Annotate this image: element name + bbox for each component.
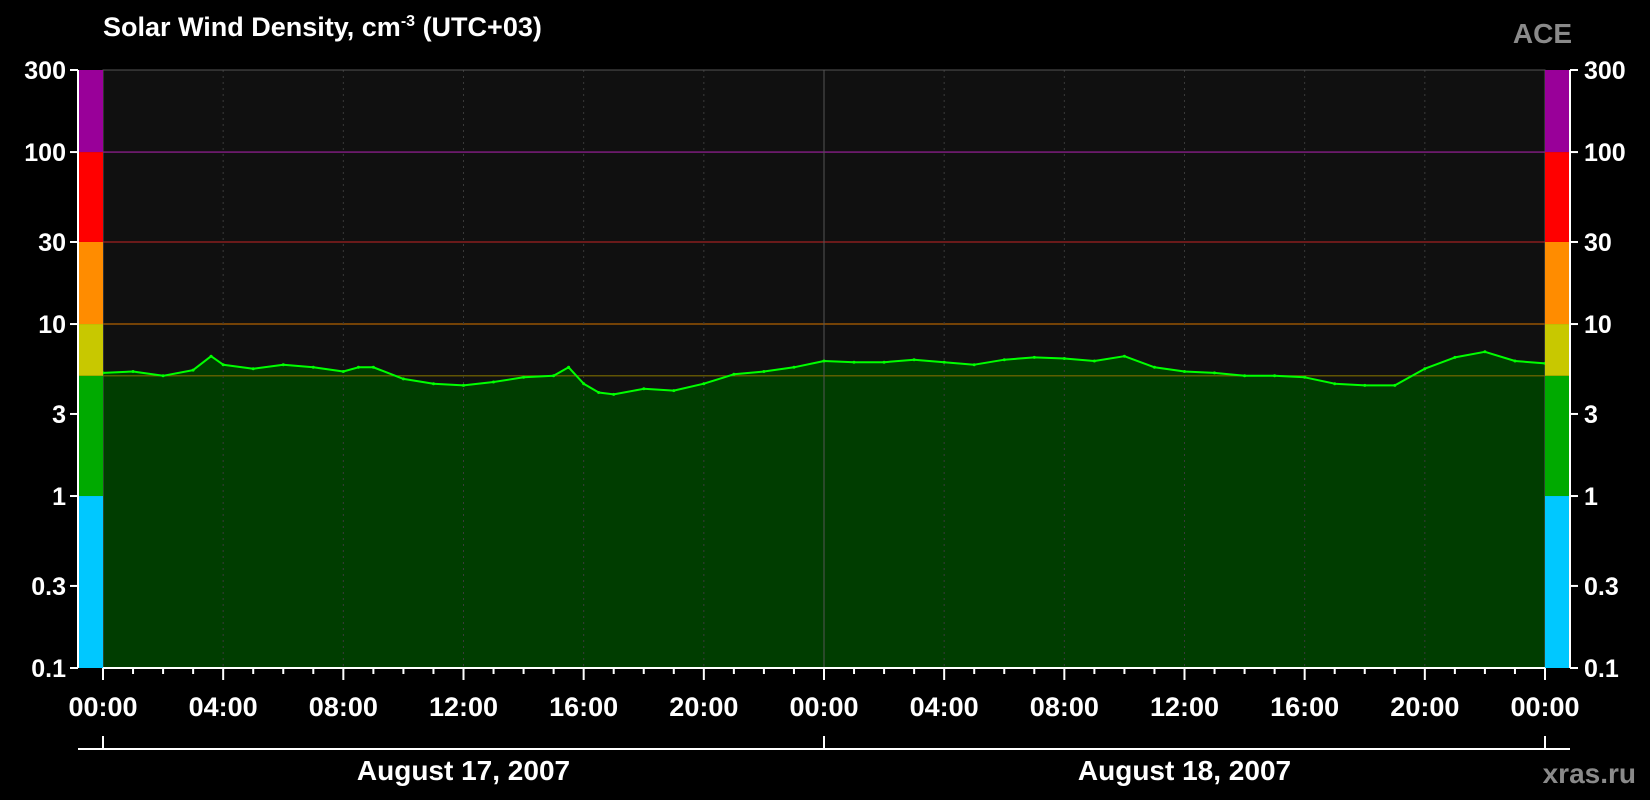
y-tick-label-right: 30 xyxy=(1584,229,1612,257)
x-tick-label: 16:00 xyxy=(1270,692,1339,722)
density-point xyxy=(912,358,916,362)
density-point xyxy=(1273,374,1277,378)
density-point xyxy=(1213,371,1216,375)
date-label: August 17, 2007 xyxy=(357,755,570,786)
date-label: August 18, 2007 xyxy=(1078,755,1291,786)
density-point xyxy=(1393,383,1397,387)
density-point xyxy=(371,365,375,369)
level-band-left xyxy=(78,324,103,376)
density-point xyxy=(1243,374,1247,378)
density-point xyxy=(1423,367,1427,371)
y-tick-label-left: 30 xyxy=(38,229,66,257)
y-tick-label-left: 10 xyxy=(38,311,66,339)
level-band-left xyxy=(78,496,103,668)
x-tick-label: 20:00 xyxy=(1390,692,1459,722)
x-tick-label: 16:00 xyxy=(549,692,618,722)
density-point xyxy=(131,370,135,373)
density-point xyxy=(1303,375,1307,379)
y-tick-label-left: 100 xyxy=(24,139,66,167)
level-band-right xyxy=(1545,241,1570,325)
density-point xyxy=(221,363,225,367)
x-tick-label: 20:00 xyxy=(669,692,738,722)
density-point xyxy=(1183,370,1186,373)
density-point xyxy=(1002,358,1006,362)
density-point xyxy=(672,389,676,393)
density-point xyxy=(582,382,586,386)
x-tick-label: 00:00 xyxy=(789,692,858,722)
density-point xyxy=(432,382,435,386)
density-point xyxy=(822,359,826,363)
y-tick-label-left: 300 xyxy=(24,57,66,85)
density-point xyxy=(702,382,706,386)
level-band-right xyxy=(1545,152,1570,242)
density-point xyxy=(1032,355,1036,359)
density-point xyxy=(191,368,195,372)
density-point xyxy=(1122,354,1126,358)
density-point xyxy=(1333,382,1337,386)
density-point xyxy=(732,372,736,376)
density-point xyxy=(522,375,526,379)
density-point xyxy=(612,392,616,396)
density-point xyxy=(882,360,886,364)
density-point xyxy=(161,374,165,378)
x-tick-label: 08:00 xyxy=(309,692,378,722)
density-point xyxy=(552,374,556,378)
density-point xyxy=(1363,383,1367,387)
density-point xyxy=(462,383,465,387)
density-point xyxy=(341,370,345,373)
density-point xyxy=(597,391,601,394)
level-band-left xyxy=(78,152,103,242)
y-tick-label-right: 1 xyxy=(1584,483,1598,511)
level-band-right xyxy=(1545,375,1570,497)
density-point xyxy=(209,354,213,358)
y-tick-label-right: 0.1 xyxy=(1584,655,1619,683)
x-axis: 00:00 04:00 08:00 12:00 16:00 20:00 00:00 04:00… xyxy=(68,667,1580,722)
density-point xyxy=(1092,359,1096,363)
density-point xyxy=(356,365,360,369)
level-band-left xyxy=(78,241,103,325)
density-point xyxy=(1483,350,1487,354)
y-tick-label-right: 300 xyxy=(1584,57,1626,85)
y-tick-label-left: 0.1 xyxy=(31,655,66,683)
level-band-right xyxy=(1545,70,1570,153)
density-chart: 0.1 0.1 0.3 0.3 1 1 3 3 10 10 30 30 100 100 300 300 00:… xyxy=(24,57,1626,786)
level-band-left xyxy=(78,375,103,497)
density-point xyxy=(792,365,796,369)
density-point xyxy=(1062,357,1066,360)
x-tick-label: 12:00 xyxy=(1150,692,1219,722)
level-band-right xyxy=(1545,496,1570,668)
y-tick-label-left: 3 xyxy=(52,401,66,429)
density-point xyxy=(1453,355,1457,359)
y-tick-label-right: 3 xyxy=(1584,401,1598,429)
y-tick-label-right: 10 xyxy=(1584,311,1612,339)
level-band-right xyxy=(1545,324,1570,376)
density-point xyxy=(942,360,946,364)
y-tick-label-right: 0.3 xyxy=(1584,573,1619,601)
x-tick-label: 12:00 xyxy=(429,692,498,722)
level-band-left xyxy=(78,70,103,153)
x-tick-label: 00:00 xyxy=(68,692,137,722)
density-point xyxy=(311,365,315,369)
y-tick-label-left: 0.3 xyxy=(31,573,66,601)
density-point xyxy=(1513,359,1517,363)
density-point xyxy=(492,380,495,384)
density-point xyxy=(281,363,285,367)
x-tick-label: 04:00 xyxy=(910,692,979,722)
y-tick-label-right: 100 xyxy=(1584,139,1626,167)
density-point xyxy=(852,360,856,364)
density-point xyxy=(972,363,976,367)
x-tick-label: 08:00 xyxy=(1030,692,1099,722)
density-point xyxy=(567,365,571,369)
density-point xyxy=(762,370,766,373)
x-tick-label: 00:00 xyxy=(1510,692,1579,722)
density-point xyxy=(1153,365,1156,369)
density-point xyxy=(251,367,255,371)
date-axis: August 17, 2007 August 18, 2007 xyxy=(78,736,1570,786)
y-tick-label-left: 1 xyxy=(52,483,66,511)
x-tick-label: 04:00 xyxy=(189,692,258,722)
density-point xyxy=(642,387,646,391)
density-point xyxy=(401,377,405,381)
